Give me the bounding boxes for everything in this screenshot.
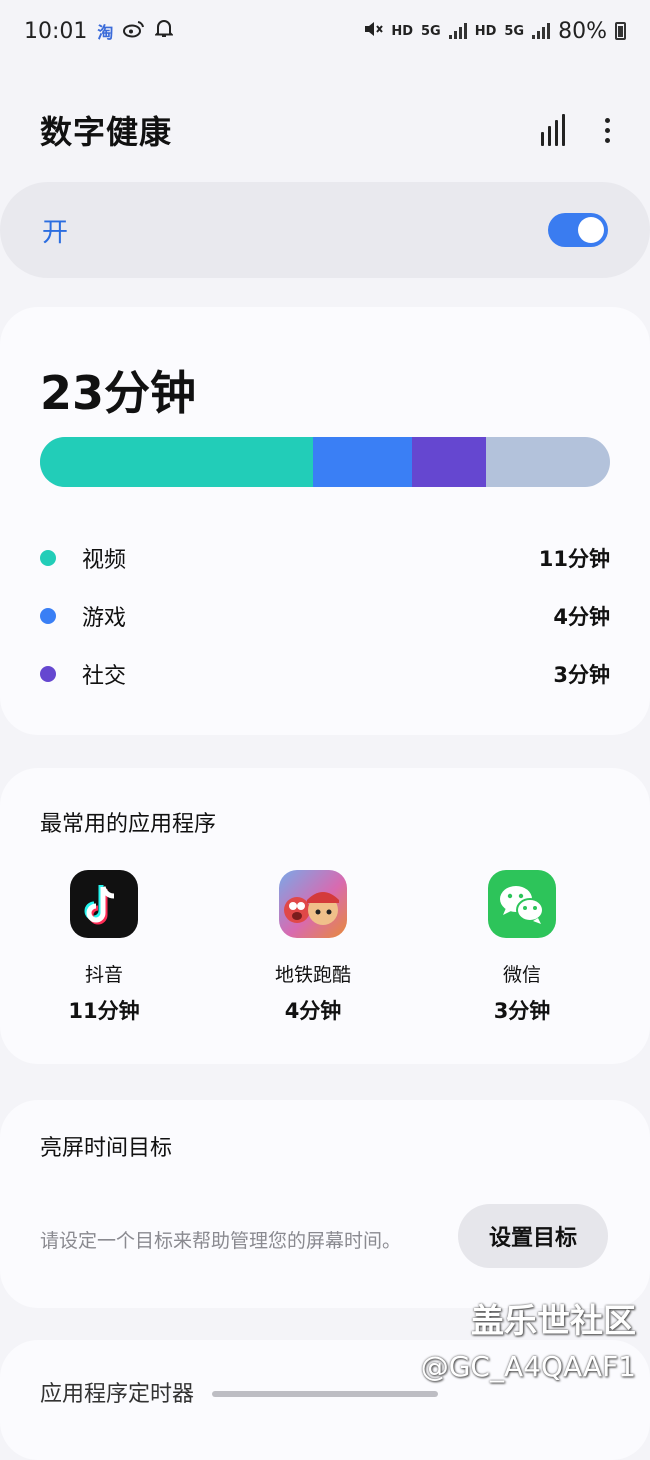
network-5g-2: 5G xyxy=(504,23,525,39)
master-toggle-card[interactable]: 开 xyxy=(0,182,650,278)
category-dot xyxy=(40,608,56,624)
header: 数字健康 xyxy=(40,100,610,160)
hd-badge: HD xyxy=(391,23,413,39)
usage-segment-0 xyxy=(40,437,313,487)
page-title: 数字健康 xyxy=(40,113,173,151)
category-name: 游戏 xyxy=(82,606,127,631)
signal-icon-2 xyxy=(532,23,551,39)
toggle-label: 开 xyxy=(42,217,69,248)
watermark-site: 盖乐世社区 xyxy=(471,1301,636,1340)
category-row: 游戏 4分钟 xyxy=(40,587,610,645)
category-dot xyxy=(40,550,56,566)
app-time: 3分钟 xyxy=(493,999,551,1023)
category-dot xyxy=(40,666,56,682)
most-used-apps-card[interactable]: 最常用的应用程序 抖音 11分钟 地铁跑酷 4分钟 微信 3分钟 xyxy=(0,768,650,1064)
section-title-apps: 最常用的应用程序 xyxy=(40,812,217,837)
home-indicator[interactable] xyxy=(212,1391,438,1397)
category-name: 社交 xyxy=(82,664,127,689)
mute-icon xyxy=(363,20,384,42)
section-title-goal: 亮屏时间目标 xyxy=(40,1136,173,1161)
header-actions xyxy=(541,114,610,146)
set-goal-button[interactable]: 设置目标 xyxy=(458,1204,608,1268)
toggle-switch[interactable] xyxy=(548,213,608,247)
app-time: 4分钟 xyxy=(284,999,342,1023)
watermark-handle: @GC_A4QAAF1 xyxy=(420,1350,636,1383)
taobao-icon: 淘 xyxy=(97,23,114,42)
network-5g: 5G xyxy=(420,23,441,39)
total-screen-time: 23分钟 xyxy=(40,366,197,420)
status-left: 10:01 淘 xyxy=(24,18,175,44)
category-time: 4分钟 xyxy=(553,605,610,629)
category-list: 视频 11分钟 游戏 4分钟 社交 3分钟 xyxy=(40,529,610,703)
app-item-subway-surfers[interactable]: 地铁跑酷 4分钟 xyxy=(208,870,418,1025)
goal-description: 请设定一个目标来帮助管理您的屏幕时间。 xyxy=(40,1230,402,1252)
subway-surfers-icon xyxy=(279,870,347,938)
signal-icon xyxy=(448,23,467,39)
section-title-app-timers: 应用程序定时器 xyxy=(40,1382,195,1407)
usage-segment-1 xyxy=(312,437,412,487)
stats-bars-icon[interactable] xyxy=(541,114,565,146)
app-name: 抖音 xyxy=(84,964,123,986)
status-time: 10:01 xyxy=(24,18,88,44)
status-right: HD 5G HD 5G 80% xyxy=(363,19,626,44)
status-bar: 10:01 淘 HD 5G HD 5G 80% xyxy=(0,0,650,62)
category-row: 社交 3分钟 xyxy=(40,645,610,703)
screen-time-goal-card: 亮屏时间目标 请设定一个目标来帮助管理您的屏幕时间。 设置目标 xyxy=(0,1100,650,1308)
category-time: 11分钟 xyxy=(538,547,610,571)
usage-segment-2 xyxy=(411,437,487,487)
category-time: 3分钟 xyxy=(553,663,610,687)
app-name: 微信 xyxy=(502,964,541,986)
wechat-icon xyxy=(488,870,556,938)
app-item-douyin[interactable]: 抖音 11分钟 xyxy=(0,870,208,1025)
category-name: 视频 xyxy=(82,548,127,573)
weibo-icon xyxy=(123,19,145,44)
battery-icon xyxy=(615,22,626,40)
watermark: 盖乐世社区 @GC_A4QAAF1 xyxy=(421,1298,636,1390)
apps-row: 抖音 11分钟 地铁跑酷 4分钟 微信 3分钟 xyxy=(0,870,650,1025)
tiktok-icon xyxy=(70,870,138,938)
battery-percent: 80% xyxy=(558,18,607,44)
hd-badge-2: HD xyxy=(474,23,497,39)
app-time: 11分钟 xyxy=(68,999,140,1023)
usage-progress-bar xyxy=(40,437,610,487)
more-options-icon[interactable] xyxy=(605,117,610,143)
app-name: 地铁跑酷 xyxy=(274,964,351,986)
bell-icon xyxy=(154,18,175,44)
app-item-wechat[interactable]: 微信 3分钟 xyxy=(418,870,626,1025)
category-row: 视频 11分钟 xyxy=(40,529,610,587)
usage-card[interactable]: 23分钟 视频 11分钟 游戏 4分钟 社交 3分钟 xyxy=(0,307,650,735)
